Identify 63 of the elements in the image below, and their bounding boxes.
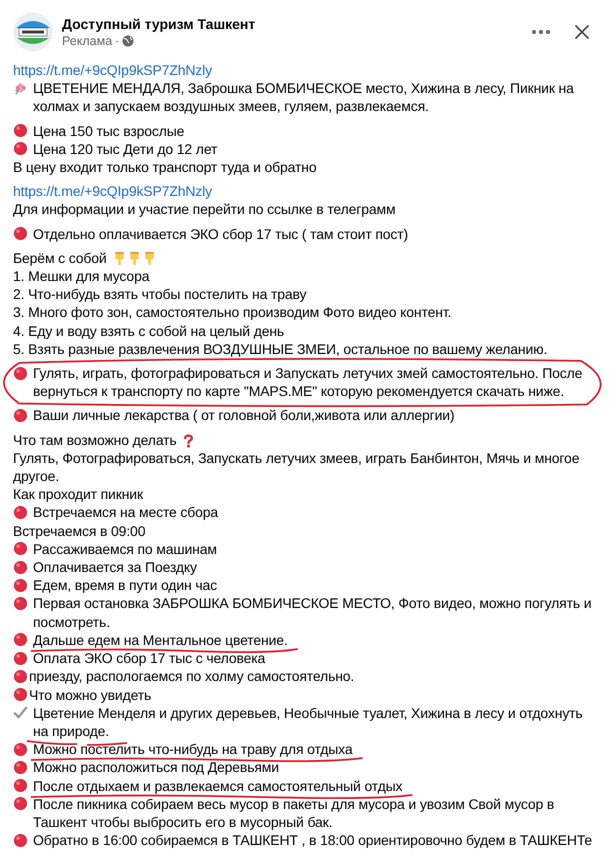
bullet-icon — [13, 596, 28, 612]
globe-icon — [122, 35, 134, 47]
bullet-icon — [13, 778, 28, 794]
post-text: 3. Много фото зон, самостоятельно производим Фото видео контент. — [13, 303, 452, 322]
post-text: Цена 150 тыс взрослые — [33, 122, 184, 140]
post-text: Оплачивается за Поездку — [33, 558, 197, 576]
bullet-icon — [13, 632, 28, 648]
post-text: Встречаемся на месте сбора — [33, 503, 218, 522]
post-text: Встречаемся в 09:00 — [13, 522, 146, 540]
post-text: Дальше едем на Ментальное цветение. — [33, 630, 288, 650]
check-icon — [13, 705, 28, 720]
more-icon — [531, 29, 551, 35]
separator: · — [115, 34, 120, 48]
post-text: Берём с собой — [13, 248, 107, 268]
post-text: Отдельно оплачивается ЭКО сбор 17 тыс ( там стоит пост) — [33, 224, 408, 243]
post-text: После отдыхаем и развлекаемся самостоятельный отдых — [33, 776, 402, 795]
post-text: Ваши личные лекарства ( от головной боли,живота или аллергии) — [33, 406, 454, 425]
post-text: Первая остановка ЗАБРОШКА БОМБИЧЕСКОЕ МЕСТО, Фото видео, можно погулять и посмотреть. — [33, 594, 592, 631]
bullet-icon — [13, 505, 28, 520]
post-text: Можно постелить что-нибудь на траву для отдыха — [33, 740, 353, 758]
post-text: ЦВЕТЕНИЕ МЕНДАЛЯ, Заброшка БОМБИЧЕСКОЕ место, Хижина в лесу, Пикник на холмах и запускаем воздушных змеев, гуляем, развлекаемся. — [33, 79, 575, 116]
bullet-icon — [13, 650, 28, 666]
post-text: Цена 120 тыс Дети до 12 лет — [33, 140, 218, 158]
bullet-icon — [13, 560, 28, 575]
page-avatar[interactable] — [13, 12, 53, 52]
bullet-icon — [13, 760, 28, 775]
post-text: Гулять, играть, фотографироваться и Запускать летучих змей самостоятельно. После вернуться к транспорту по карте "MAPS.ME" которую рекомендуется скачать ниже. — [33, 364, 584, 400]
bullet-icon — [13, 123, 28, 138]
bullet-icon — [13, 578, 28, 593]
bullet-icon — [13, 687, 28, 702]
post-text: Что там возможно делать — [13, 430, 177, 449]
bullet-icon — [13, 742, 28, 757]
post-text: Оплата ЭКО сбор 17 тыс с человека — [33, 649, 266, 668]
post-text: Цветение Менделя и других деревьев, Необычные туалет, Хижина в лесу и отдохнуть на природе. — [33, 704, 597, 740]
post-text: Обратно в 16:00 собираемся в ТАШКЕНТ , в 18:00 ориентировочно будем в ТАШКЕНТе — [33, 831, 592, 850]
post-text: Рассаживаемся по машинам — [33, 540, 217, 558]
bullet-icon — [13, 141, 28, 156]
close-icon — [574, 24, 590, 40]
sponsored-label: Реклама — [62, 34, 112, 48]
post-text: приезду, распологаемся по холму самостоятельно. — [29, 667, 354, 686]
flower-icon — [13, 80, 28, 96]
bullet-icon — [13, 226, 28, 242]
post-text: Гулять, Фотографироваться, Запускать летучих змеев, играть Банбинтон, Мячь и многое другое. — [13, 448, 580, 486]
post-text: 2. Что-нибудь взять чтобы постелить на траву — [13, 285, 306, 304]
bullet-icon — [13, 796, 28, 812]
post-text: После пикника собираем весь мусор в пакеты для мусора и увозим Свой мусор в Ташкент чтобы выбросить его в мусорный бак. — [33, 794, 556, 832]
post-text: 1. Мешки для мусора — [13, 267, 150, 286]
post-text: 5. Взять разные развлечения ВОЗДУШНЫЕ ЗМЕИ, остальное по вашему желанию. — [13, 340, 548, 358]
post-text: В цену входит только транспорт туда и обратно — [13, 158, 316, 176]
post-text: Для информации и участие перейти по ссылке в телеграмм — [13, 200, 396, 219]
page-name[interactable]: Доступный туризм Ташкент — [62, 16, 516, 32]
bullet-icon — [13, 366, 28, 381]
bullet-icon — [13, 541, 28, 556]
telegram-link[interactable]: https://t.me/+9cQIp9kSP7ZhNzly — [13, 61, 212, 80]
post-text: Едем, время в пути один час — [33, 576, 217, 594]
post-text: Как проходит пикник — [13, 485, 143, 504]
bullet-icon — [13, 668, 28, 684]
post-text: Можно расположиться под Деревьями — [33, 758, 279, 777]
post-text: Что можно увидеть — [29, 686, 152, 704]
post-text: 4. Еду и воду взять с собой на целый день — [13, 322, 284, 340]
telegram-link[interactable]: https://t.me/+9cQIp9kSP7ZhNzly — [13, 182, 212, 200]
bullet-icon — [13, 408, 28, 424]
bullet-icon — [13, 832, 28, 848]
